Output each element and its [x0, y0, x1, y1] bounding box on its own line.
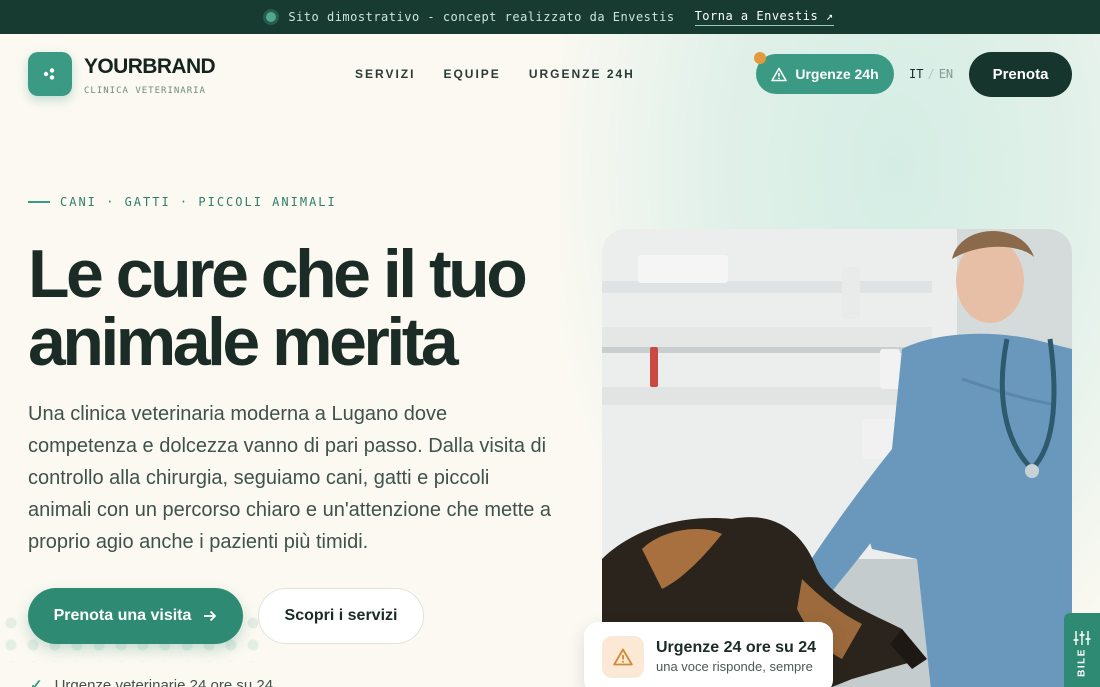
warning-triangle-icon: [771, 67, 788, 81]
lang-en[interactable]: EN: [939, 67, 953, 81]
paw-dots-icon: [43, 68, 55, 80]
book-visit-button[interactable]: Prenota una visita: [28, 588, 243, 644]
language-switcher: IT / EN: [909, 67, 953, 81]
lang-separator: /: [927, 67, 935, 81]
main-nav: SERVIZI EQUIPE URGENZE 24H: [355, 67, 635, 81]
vet-with-dog-photo: [602, 229, 1072, 687]
urgent-card-icon-box: [602, 636, 644, 678]
hero-headline: Le cure che il tuo animale merita: [28, 240, 568, 376]
warning-triangle-icon: [613, 648, 633, 666]
nav-item-equipe[interactable]: EQUIPE: [443, 67, 500, 81]
demo-notice-bar: Sito dimostrativo - concept realizzato d…: [0, 0, 1100, 34]
notification-dot: [754, 52, 766, 64]
book-visit-label: Prenota una visita: [53, 607, 192, 624]
side-tab-label: BILE: [1076, 648, 1088, 677]
urgent-24h-card[interactable]: Urgenze 24 ore su 24 una voce risponde, …: [584, 622, 833, 687]
book-button[interactable]: Prenota: [969, 52, 1072, 97]
arrow-up-right-icon: ↗: [825, 8, 834, 23]
nav-item-urgenze[interactable]: URGENZE 24H: [529, 67, 635, 81]
headline-line-2: animale merita: [28, 304, 459, 380]
nav-item-servizi[interactable]: SERVIZI: [355, 67, 415, 81]
urgent-24h-label: Urgenze 24h: [795, 66, 879, 82]
eyebrow-text: CANI · GATTI · PICCOLI ANIMALI: [60, 195, 337, 209]
feature-check-text: Urgenze veterinarie 24 ore su 24: [54, 676, 274, 687]
back-to-envestis-link[interactable]: Torna a Envestis ↗: [694, 8, 834, 26]
feature-check-item: ✓ Urgenze veterinarie 24 ore su 24: [30, 676, 273, 687]
vet-scene-illustration: [602, 229, 1072, 687]
discover-services-button[interactable]: Scopri i servizi: [258, 588, 424, 644]
back-to-envestis-label: Torna a Envestis: [694, 8, 819, 23]
brand-subtitle: CLINICA VETERINARIA: [84, 86, 206, 96]
eyebrow-line: [28, 201, 50, 203]
urgent-card-title: Urgenze 24 ore su 24: [656, 639, 817, 656]
brand-logo[interactable]: [28, 52, 72, 96]
hero-eyebrow: CANI · GATTI · PICCOLI ANIMALI: [28, 195, 337, 209]
hero-description: Una clinica veterinaria moderna a Lugano…: [28, 403, 552, 553]
brand-name[interactable]: YOURBRAND: [84, 55, 216, 79]
demo-notice-text: Sito dimostrativo - concept realizzato d…: [288, 10, 675, 24]
lang-it[interactable]: IT: [909, 67, 923, 81]
arrow-right-icon: [204, 610, 217, 622]
status-dot-icon: [266, 12, 277, 22]
check-icon: ✓: [30, 677, 43, 687]
sliders-icon: [1073, 631, 1091, 645]
headline-line-1: Le cure che il tuo: [28, 236, 528, 312]
urgent-24h-button[interactable]: Urgenze 24h: [756, 54, 894, 94]
side-settings-tab[interactable]: BILE: [1064, 613, 1100, 687]
urgent-card-subtitle: una voce risponde, sempre: [656, 659, 813, 674]
